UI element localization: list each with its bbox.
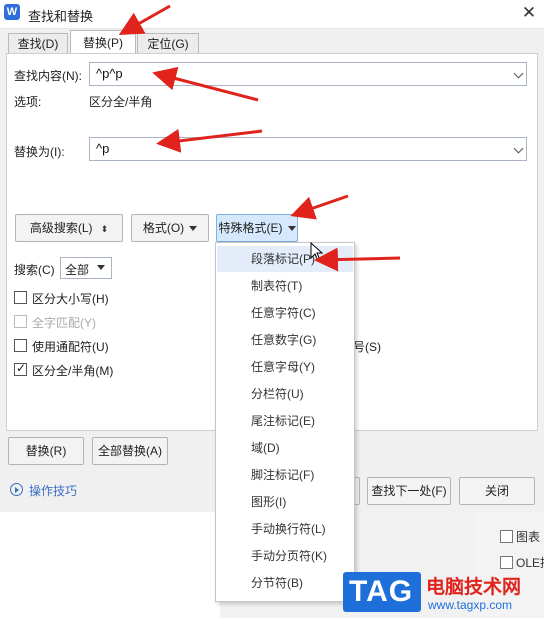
arrow-to-replace-tab [118, 4, 171, 35]
tag-logo: TAG [343, 572, 421, 612]
watermark-url: www.tagxp.com [428, 598, 513, 612]
watermark-site-name: 电脑技术网 [426, 577, 522, 598]
arrow-to-replace-input [156, 128, 263, 153]
arrow-to-special-button [290, 194, 349, 220]
annotation-arrows [118, 4, 401, 272]
arrow-to-find-input [152, 66, 259, 102]
tag-logo-text: TAG [349, 575, 414, 608]
arrow-to-paragraph-mark [314, 247, 401, 272]
